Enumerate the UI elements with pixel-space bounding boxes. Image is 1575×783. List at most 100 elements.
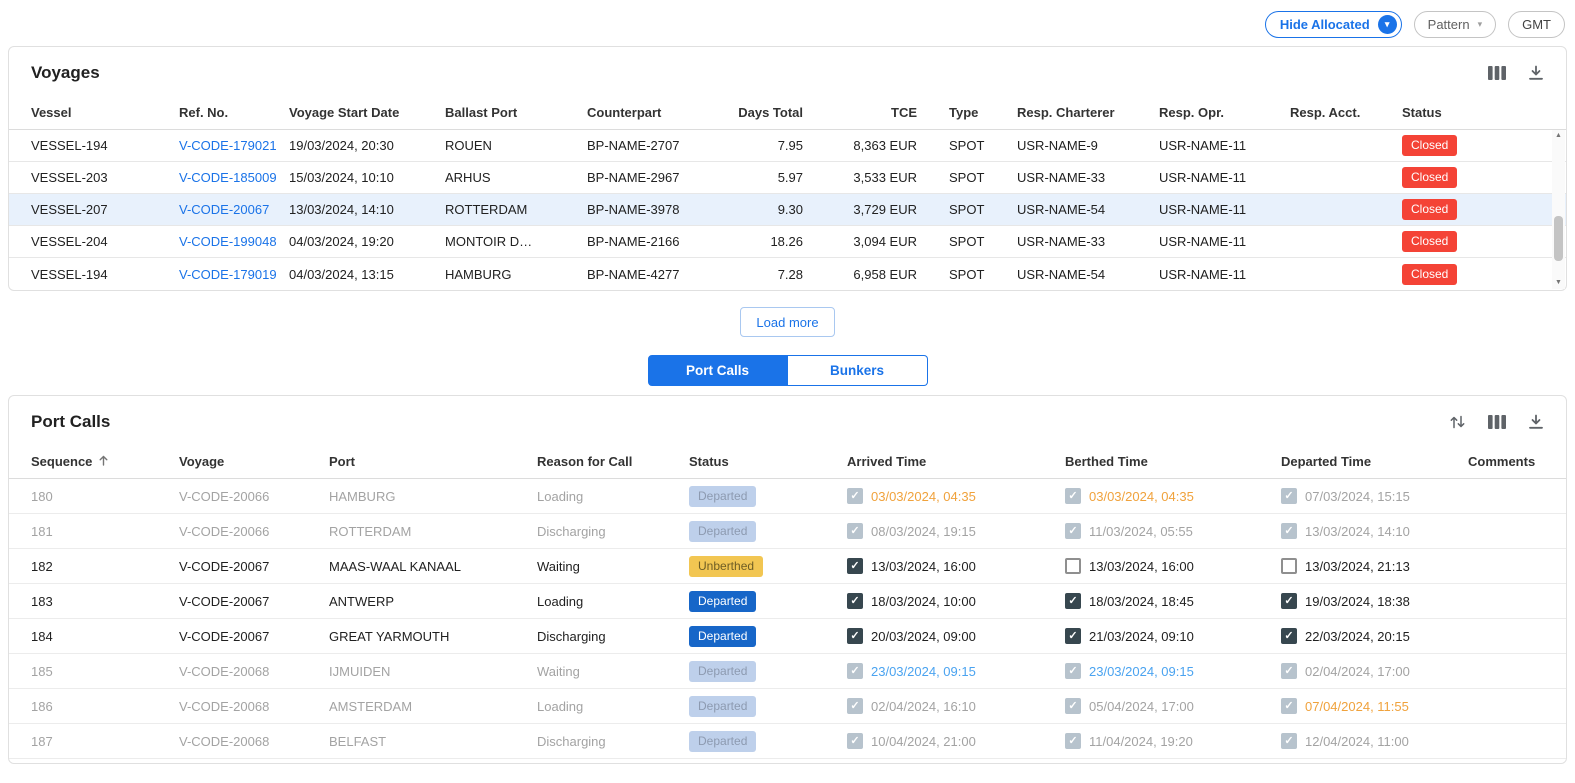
port-call-berthed-time-cell: 11/04/2024, 19:20	[1065, 733, 1281, 749]
berthed-time-checkbox[interactable]	[1065, 558, 1081, 574]
columns-icon[interactable]	[1488, 65, 1506, 81]
tab-bunkers[interactable]: Bunkers	[788, 355, 928, 386]
col-departed-time[interactable]: Departed Time	[1281, 454, 1468, 469]
port-call-row[interactable]: 186V-CODE-20068AMSTERDAMLoadingDeparted0…	[9, 689, 1566, 724]
berthed-time-checkbox[interactable]	[1065, 488, 1081, 504]
col-voyage[interactable]: Voyage	[179, 454, 329, 469]
departed-time-checkbox[interactable]	[1281, 628, 1297, 644]
voyage-ref-link[interactable]: V-CODE-20067	[179, 202, 289, 217]
berthed-time-value: 03/03/2024, 04:35	[1089, 489, 1194, 504]
berthed-time-checkbox[interactable]	[1065, 698, 1081, 714]
berthed-time-checkbox[interactable]	[1065, 663, 1081, 679]
port-call-row[interactable]: 185V-CODE-20068IJMUIDENWaitingDeparted23…	[9, 654, 1566, 689]
port-call-row[interactable]: 187V-CODE-20068BELFASTDischargingDeparte…	[9, 724, 1566, 759]
col-reason-for-call[interactable]: Reason for Call	[537, 454, 689, 469]
departed-time-checkbox[interactable]	[1281, 663, 1297, 679]
port-call-row[interactable]: 182V-CODE-20067MAAS-WAAL KANAALWaitingUn…	[9, 549, 1566, 584]
berthed-time-checkbox[interactable]	[1065, 628, 1081, 644]
col-counterpart[interactable]: Counterpart	[587, 105, 737, 120]
download-icon[interactable]	[1528, 414, 1544, 430]
arrived-time-checkbox[interactable]	[847, 733, 863, 749]
port-call-status-badge: Departed	[689, 486, 756, 507]
port-call-departed-time-cell: 07/03/2024, 15:15	[1281, 488, 1468, 504]
hide-allocated-button[interactable]: Hide Allocated ▾	[1265, 11, 1402, 38]
arrived-time-checkbox[interactable]	[847, 698, 863, 714]
voyage-row[interactable]: VESSEL-194V-CODE-17901904/03/2024, 13:15…	[9, 258, 1566, 290]
voyage-ballast-port: ROTTERDAM	[445, 202, 587, 217]
berthed-time-checkbox[interactable]	[1065, 523, 1081, 539]
port-call-row[interactable]: 184V-CODE-20067GREAT YARMOUTHDischarging…	[9, 619, 1566, 654]
arrived-time-checkbox[interactable]	[847, 663, 863, 679]
scrollbar-thumb[interactable]	[1554, 216, 1563, 260]
scroll-down-icon[interactable]: ▼	[1555, 279, 1562, 287]
voyage-ref-link[interactable]: V-CODE-199048	[179, 234, 289, 249]
departed-time-checkbox[interactable]	[1281, 558, 1297, 574]
arrived-time-checkbox[interactable]	[847, 593, 863, 609]
scroll-up-icon[interactable]: ▲	[1555, 132, 1562, 140]
tab-port-calls[interactable]: Port Calls	[648, 355, 788, 386]
col-arrived-time[interactable]: Arrived Time	[847, 454, 1065, 469]
col-sequence[interactable]: Sequence	[31, 454, 179, 470]
berthed-time-checkbox[interactable]	[1065, 593, 1081, 609]
departed-time-checkbox[interactable]	[1281, 593, 1297, 609]
pattern-button[interactable]: Pattern ▾	[1414, 11, 1496, 38]
arrived-time-checkbox[interactable]	[847, 628, 863, 644]
arrived-time-value: 02/04/2024, 16:10	[871, 699, 976, 714]
berthed-time-checkbox[interactable]	[1065, 733, 1081, 749]
col-berthed-time[interactable]: Berthed Time	[1065, 454, 1281, 469]
col-days-total[interactable]: Days Total	[737, 105, 803, 120]
sort-icon[interactable]	[1449, 414, 1466, 430]
col-resp-charterer[interactable]: Resp. Charterer	[1017, 105, 1159, 120]
col-vessel[interactable]: Vessel	[31, 105, 179, 120]
arrived-time-checkbox[interactable]	[847, 558, 863, 574]
port-call-arrived-time-cell: 02/04/2024, 16:10	[847, 698, 1065, 714]
voyage-row[interactable]: VESSEL-194V-CODE-17902119/03/2024, 20:30…	[9, 130, 1566, 162]
col-status[interactable]: Status	[689, 454, 847, 469]
voyages-vertical-scrollbar[interactable]: ▲ ▼	[1552, 130, 1565, 289]
col-voyage-start-date[interactable]: Voyage Start Date	[289, 105, 445, 120]
port-call-arrived-time-cell: 20/03/2024, 09:00	[847, 628, 1065, 644]
departed-time-checkbox[interactable]	[1281, 733, 1297, 749]
col-ballast-port[interactable]: Ballast Port	[445, 105, 587, 120]
departed-time-checkbox[interactable]	[1281, 488, 1297, 504]
col-status[interactable]: Status	[1402, 105, 1544, 120]
voyage-ref-link[interactable]: V-CODE-179019	[179, 267, 289, 282]
col-resp-acct[interactable]: Resp. Acct.	[1290, 105, 1402, 120]
col-resp-opr[interactable]: Resp. Opr.	[1159, 105, 1290, 120]
voyage-row[interactable]: VESSEL-203V-CODE-18500915/03/2024, 10:10…	[9, 162, 1566, 194]
col-type[interactable]: Type	[917, 105, 1017, 120]
port-call-voyage: V-CODE-20067	[179, 559, 329, 574]
col-comments[interactable]: Comments	[1468, 454, 1544, 469]
voyage-ref-link[interactable]: V-CODE-179021	[179, 138, 289, 153]
voyage-status-badge: Closed	[1402, 135, 1457, 156]
voyage-ref-link[interactable]: V-CODE-185009	[179, 170, 289, 185]
download-icon[interactable]	[1528, 65, 1544, 81]
port-call-row[interactable]: 183V-CODE-20067ANTWERPLoadingDeparted18/…	[9, 584, 1566, 619]
port-call-reason: Loading	[537, 699, 689, 714]
scrollbar-track[interactable]	[1552, 140, 1565, 278]
port-call-row[interactable]: 181V-CODE-20066ROTTERDAMDischargingDepar…	[9, 514, 1566, 549]
voyage-vessel: VESSEL-204	[31, 234, 179, 249]
departed-time-checkbox[interactable]	[1281, 698, 1297, 714]
columns-icon[interactable]	[1488, 414, 1506, 430]
voyages-card-header: Voyages	[9, 47, 1566, 96]
col-port[interactable]: Port	[329, 454, 537, 469]
voyage-row[interactable]: VESSEL-204V-CODE-19904804/03/2024, 19:20…	[9, 226, 1566, 258]
port-call-sequence: 180	[31, 489, 179, 504]
port-call-departed-time-cell: 13/03/2024, 21:13	[1281, 558, 1468, 574]
col-tce[interactable]: TCE	[803, 105, 917, 120]
departed-time-checkbox[interactable]	[1281, 523, 1297, 539]
port-call-status-badge: Departed	[689, 661, 756, 682]
load-more-button[interactable]: Load more	[740, 307, 834, 337]
gmt-button[interactable]: GMT	[1508, 11, 1565, 38]
voyage-resp-charterer: USR-NAME-54	[1017, 202, 1159, 217]
voyage-row[interactable]: VESSEL-207V-CODE-2006713/03/2024, 14:10R…	[9, 194, 1566, 226]
arrived-time-checkbox[interactable]	[847, 523, 863, 539]
voyage-status-cell: Closed	[1402, 199, 1544, 220]
voyage-status-cell: Closed	[1402, 135, 1544, 156]
voyage-status-cell: Closed	[1402, 264, 1544, 285]
voyage-vessel: VESSEL-203	[31, 170, 179, 185]
port-call-row[interactable]: 180V-CODE-20066HAMBURGLoadingDeparted03/…	[9, 479, 1566, 514]
col-ref-no[interactable]: Ref. No.	[179, 105, 289, 120]
arrived-time-checkbox[interactable]	[847, 488, 863, 504]
